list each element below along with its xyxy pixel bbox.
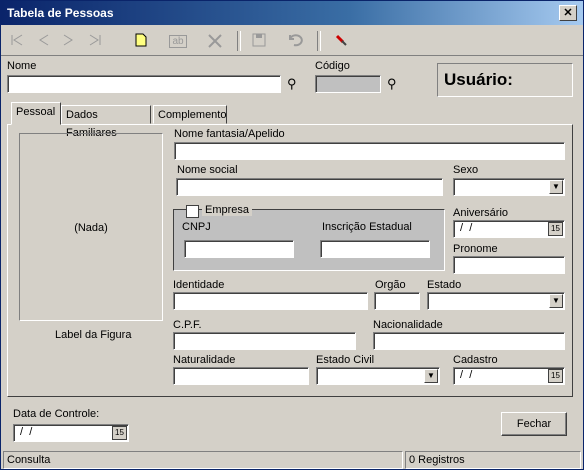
estado-label: Estado bbox=[427, 279, 462, 291]
data-controle-label: Data de Controle: bbox=[13, 408, 100, 420]
sexo-label: Sexo bbox=[453, 164, 479, 176]
window-title: Tabela de Pessoas bbox=[7, 6, 114, 20]
nome-input[interactable] bbox=[7, 75, 281, 93]
chevron-down-icon[interactable]: ▼ bbox=[549, 180, 563, 194]
status-mode: Consulta bbox=[3, 451, 403, 469]
nome-label: Nome bbox=[7, 60, 37, 72]
empresa-group: Empresa CNPJ Inscrição Estadual bbox=[173, 204, 445, 271]
naturalidade-label: Naturalidade bbox=[173, 354, 236, 366]
naturalidade-input[interactable] bbox=[173, 367, 309, 385]
fechar-button[interactable]: Fechar bbox=[501, 412, 567, 436]
figure-box[interactable]: (Nada) bbox=[19, 133, 163, 321]
save-icon bbox=[252, 33, 266, 47]
nome-social-input[interactable] bbox=[176, 178, 443, 196]
empresa-label: Empresa bbox=[202, 204, 253, 216]
calendar-icon[interactable]: 15 bbox=[112, 426, 127, 440]
last-record-button[interactable] bbox=[83, 30, 107, 52]
clear-filter-button[interactable] bbox=[329, 30, 353, 52]
cnpj-label: CNPJ bbox=[182, 221, 211, 233]
binoculars-icon[interactable]: ⚲ bbox=[387, 76, 397, 92]
next-record-icon bbox=[63, 34, 73, 46]
edit-record-icon: ab bbox=[169, 35, 187, 48]
chevron-down-icon[interactable]: ▼ bbox=[549, 294, 563, 308]
pronome-input[interactable] bbox=[453, 256, 565, 274]
codigo-label: Código bbox=[315, 60, 350, 72]
data-controle-value: / / bbox=[17, 426, 33, 438]
aniversario-date[interactable]: / / 15 bbox=[453, 220, 565, 238]
nome-fantasia-input[interactable] bbox=[174, 142, 565, 160]
tab-pessoal[interactable]: Pessoal bbox=[11, 102, 61, 125]
identidade-label: Identidade bbox=[173, 279, 225, 291]
toolbar: ab bbox=[1, 27, 583, 56]
new-record-icon bbox=[135, 33, 147, 47]
estado-select[interactable]: ▼ bbox=[427, 292, 565, 310]
prev-record-icon bbox=[39, 34, 49, 46]
first-record-button[interactable] bbox=[5, 30, 29, 52]
edit-record-button[interactable]: ab bbox=[165, 30, 191, 52]
cpf-input[interactable] bbox=[173, 332, 356, 350]
inscricao-label: Inscrição Estadual bbox=[322, 221, 412, 233]
codigo-input[interactable] bbox=[315, 75, 381, 93]
orgao-label: Orgão bbox=[375, 279, 406, 291]
nome-fantasia-label: Nome fantasia/Apelido bbox=[174, 128, 285, 140]
figure-placeholder: (Nada) bbox=[74, 222, 108, 234]
main-window: Tabela de Pessoas ✕ ab Nome ⚲ Código ⚲ U… bbox=[0, 0, 584, 470]
toolbar-separator bbox=[317, 31, 321, 51]
figure-label: Label da Figura bbox=[55, 329, 132, 341]
calendar-icon[interactable]: 15 bbox=[548, 222, 563, 236]
chevron-down-icon[interactable]: ▼ bbox=[424, 369, 438, 383]
delete-record-icon bbox=[208, 34, 222, 48]
inscricao-input[interactable] bbox=[320, 240, 430, 258]
new-record-button[interactable] bbox=[129, 30, 153, 52]
clear-filter-icon bbox=[335, 34, 347, 46]
last-record-icon bbox=[89, 34, 101, 46]
title-bar: Tabela de Pessoas ✕ bbox=[1, 1, 583, 25]
status-count: 0 Registros bbox=[405, 451, 581, 469]
identidade-input[interactable] bbox=[173, 292, 368, 310]
orgao-input[interactable] bbox=[374, 292, 420, 310]
aniversario-value: / / bbox=[457, 222, 473, 234]
cnpj-input[interactable] bbox=[184, 240, 294, 258]
sexo-select[interactable]: ▼ bbox=[453, 178, 565, 196]
cadastro-label: Cadastro bbox=[453, 354, 498, 366]
first-record-icon bbox=[11, 34, 23, 46]
calendar-icon[interactable]: 15 bbox=[548, 369, 563, 383]
tab-dados-familiares[interactable]: Dados Familiares bbox=[61, 105, 151, 139]
prev-record-button[interactable] bbox=[31, 30, 55, 52]
nacionalidade-input[interactable] bbox=[373, 332, 565, 350]
next-record-button[interactable] bbox=[57, 30, 81, 52]
estado-civil-label: Estado Civil bbox=[316, 354, 375, 366]
data-controle-date[interactable]: / / 15 bbox=[13, 424, 129, 442]
cadastro-date[interactable]: / / 15 bbox=[453, 367, 565, 385]
aniversario-label: Aniversário bbox=[453, 207, 509, 219]
tab-complemento[interactable]: Complemento bbox=[153, 105, 227, 124]
pronome-label: Pronome bbox=[453, 243, 498, 255]
toolbar-separator bbox=[237, 31, 241, 51]
binoculars-icon[interactable]: ⚲ bbox=[287, 76, 297, 92]
undo-button[interactable] bbox=[283, 30, 307, 52]
estado-civil-select[interactable]: ▼ bbox=[316, 367, 440, 385]
cadastro-value: / / bbox=[457, 369, 473, 381]
delete-record-button[interactable] bbox=[203, 30, 227, 52]
usuario-label: Usuário: bbox=[437, 63, 573, 97]
undo-icon bbox=[289, 34, 303, 47]
nacionalidade-label: Nacionalidade bbox=[373, 319, 443, 331]
save-button[interactable] bbox=[247, 30, 271, 52]
cpf-label: C.P.F. bbox=[173, 319, 202, 331]
close-button[interactable]: ✕ bbox=[559, 5, 577, 21]
nome-social-label: Nome social bbox=[177, 164, 238, 176]
empresa-checkbox[interactable] bbox=[186, 205, 199, 218]
